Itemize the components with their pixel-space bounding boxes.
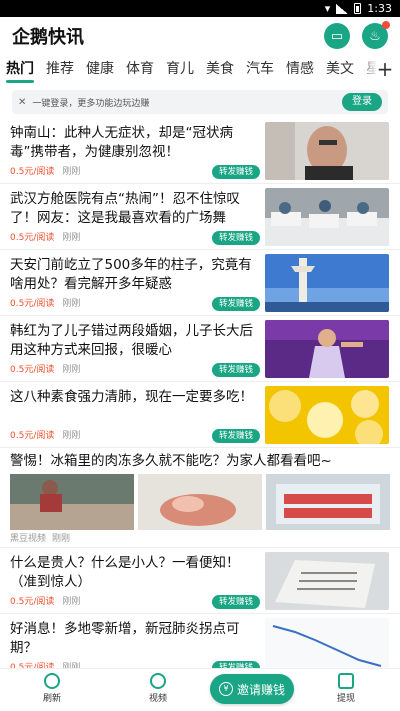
share-earn-button[interactable]: 转发赚钱 [212,363,261,377]
list-item[interactable]: 钟南山：此种人无症状，却是“冠状病毒”携带者，为健康别忽视！ 0.5元/阅读 刚刚… [0,118,400,184]
nav-refresh[interactable]: 刷新 [32,673,72,704]
share-earn-button[interactable]: 转发赚钱 [212,297,261,311]
tab-recommend[interactable]: 推荐 [40,55,80,85]
tab-essay[interactable]: 美文 [320,55,360,85]
tabs-fade [358,55,378,85]
app-title: 企鹅快讯 [12,27,84,48]
article-thumbnail [265,188,389,246]
flame-icon: ♨ [369,28,381,44]
tab-food[interactable]: 美食 [200,55,240,85]
login-banner: ✕ 一键登录，更多功能边玩边赚 登录 [12,90,388,114]
list-item[interactable]: 韩红为了儿子错过两段婚姻，儿子长大后用这种方式来回报，很暖心 0.5元/阅读 刚刚… [0,316,400,382]
article-title: 警惕！冰箱里的肉冻多久就不能吃？为家人都看看吧~ [10,453,332,469]
nav-video-label: 视频 [148,694,167,704]
article-thumbnail [265,122,389,180]
category-tabs: 热门 推荐 健康 体育 育儿 美食 汽车 情感 美文 星座 [0,55,400,85]
share-earn-button[interactable]: 转发赚钱 [212,429,261,443]
article-title: 韩红为了儿子错过两段婚姻，儿子长大后用这种方式来回报，很暖心 [10,323,253,358]
reward-price: 0.5元/阅读 [10,431,55,441]
reward-price: 0.5元/阅读 [10,233,55,243]
list-item[interactable]: 武汉方舱医院有点“热闹”！忍不住惊叹了！网友：这是我最喜欢看的广场舞 0.5元/… [0,184,400,250]
article-thumbnail [265,386,389,444]
reward-price: 0.5元/阅读 [10,299,55,309]
article-title: 钟南山：此种人无症状，却是“冠状病毒”携带者，为健康别忽视！ [10,125,233,160]
article-title: 这八种素食强力清肺，现在一定要多吃！ [10,389,253,405]
inbox-icon: ▭ [330,28,344,44]
login-button[interactable]: 登录 [342,93,382,111]
article-thumbnail [138,474,262,530]
app-header: 企鹅快讯 ▭ ♨ [0,17,400,55]
publish-time: 刚刚 [62,167,81,177]
list-item[interactable]: 什么是贵人？什么是小人？一看便知！（准到惊人） 0.5元/阅读 刚刚 转发赚钱 [0,548,400,614]
news-feed: 钟南山：此种人无症状，却是“冠状病毒”携带者，为健康别忽视！ 0.5元/阅读 刚刚… [0,118,400,680]
notification-dot [382,21,390,29]
close-icon[interactable]: ✕ [18,97,26,108]
list-item[interactable]: 这八种素食强力清肺，现在一定要多吃！ 0.5元/阅读 刚刚 转发赚钱 [0,382,400,448]
list-item[interactable]: 天安门前屹立了500多年的柱子，究竟有啥用处？看完解开多年疑惑 0.5元/阅读刚… [0,250,400,316]
flame-button[interactable]: ♨ [362,21,390,49]
reward-price: 0.5元/阅读 [10,167,55,177]
invite-label: 邀请赚钱 [236,682,285,697]
wifi-icon: ▾ [324,2,331,15]
article-thumbnail [10,474,134,530]
invite-earn-button[interactable]: ¥ 邀请赚钱 [210,674,294,704]
refresh-icon [44,673,60,689]
article-thumbnail [265,320,389,378]
tab-auto[interactable]: 汽车 [240,55,280,85]
bottom-nav: 刷新 视频 提现 [0,668,400,711]
inbox-button[interactable]: ▭ [324,23,350,49]
tab-sports[interactable]: 体育 [120,55,160,85]
publish-time: 刚刚 [52,534,71,544]
article-source: 黑豆视频 [10,534,47,544]
tab-parenting[interactable]: 育儿 [160,55,200,85]
share-earn-button[interactable]: 转发赚钱 [212,231,261,245]
article-thumbnail [265,254,389,312]
publish-time: 刚刚 [62,431,81,441]
nav-withdraw[interactable]: 提现 [326,673,366,704]
tab-health[interactable]: 健康 [80,55,120,85]
list-item[interactable]: 警惕！冰箱里的肉冻多久就不能吃？为家人都看看吧~ 黑豆视频 刚刚 [0,448,400,548]
add-tab-icon[interactable]: + [376,57,394,81]
article-thumbnail [265,552,389,610]
status-bar: ▾ 1:33 [0,0,400,17]
tab-hot[interactable]: 热门 [0,55,40,85]
publish-time: 刚刚 [62,233,81,243]
coin-icon: ¥ [218,682,233,696]
reward-price: 0.5元/阅读 [10,365,55,375]
wallet-icon [338,673,354,689]
battery-icon [354,3,362,14]
article-title: 天安门前屹立了500多年的柱子，究竟有啥用处？看完解开多年疑惑 [10,257,252,292]
tab-emotion[interactable]: 情感 [280,55,320,85]
article-title: 好消息！多地零新增，新冠肺炎拐点可期？ [10,621,240,656]
article-thumbnail [266,474,390,530]
reward-price: 0.5元/阅读 [10,597,55,607]
nav-refresh-label: 刷新 [42,694,61,704]
publish-time: 刚刚 [62,299,81,309]
video-icon [150,673,166,689]
status-time: 1:33 [367,2,392,15]
signal-icon [336,3,349,14]
nav-video[interactable]: 视频 [138,673,178,704]
article-title: 武汉方舱医院有点“热闹”！忍不住惊叹了！网友：这是我最喜欢看的广场舞 [10,191,240,226]
publish-time: 刚刚 [62,597,81,607]
article-title: 什么是贵人？什么是小人？一看便知！（准到惊人） [10,555,240,590]
login-banner-text: 一键登录，更多功能边玩边赚 [32,98,150,109]
nav-withdraw-label: 提现 [336,694,355,704]
publish-time: 刚刚 [62,365,81,375]
share-earn-button[interactable]: 转发赚钱 [212,595,261,609]
share-earn-button[interactable]: 转发赚钱 [212,165,261,179]
